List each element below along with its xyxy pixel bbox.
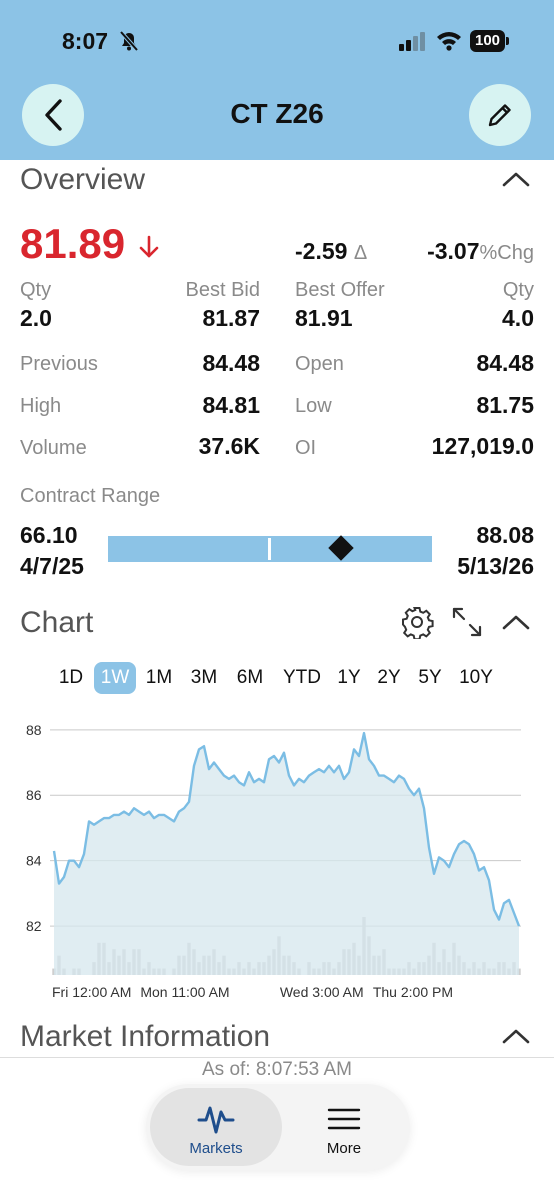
overview-title: Overview	[20, 163, 146, 196]
pencil-icon	[488, 104, 511, 127]
timeframe-1y[interactable]: 1Y	[332, 662, 366, 694]
x-tick-label: Thu 2:00 PM	[373, 984, 453, 1000]
last-price: 81.89	[20, 220, 126, 267]
best-offer-label: Best Offer	[295, 279, 385, 301]
x-tick-label: Fri 12:00 AM	[52, 984, 131, 1000]
best-bid-value: 81.87	[202, 305, 260, 331]
timeframe-2y[interactable]: 2Y	[372, 662, 406, 694]
x-tick-label: Mon 11:00 AM	[140, 984, 229, 1000]
timeframe-5y[interactable]: 5Y	[413, 662, 447, 694]
bell-slash-icon	[119, 30, 139, 52]
as-of-timestamp: As of: 8:07:53 AM	[202, 1059, 352, 1080]
contract-range-label: Contract Range	[20, 485, 161, 507]
chevron-up-icon[interactable]	[501, 1027, 531, 1045]
timeframe-ytd[interactable]: YTD	[278, 662, 326, 694]
net-change-value: -2.59	[295, 238, 348, 264]
tab-markets[interactable]: Markets	[150, 1088, 282, 1166]
chevron-up-icon[interactable]	[501, 613, 531, 631]
pct-change-value: -3.07	[427, 238, 480, 264]
y-tick-label: 88	[26, 722, 42, 738]
pct-change: -3.07%Chg	[427, 238, 534, 265]
hamburger-menu-icon	[327, 1108, 361, 1130]
cellular-signal-icon	[399, 32, 425, 51]
tab-bar: Markets More	[146, 1084, 410, 1170]
chevron-up-icon[interactable]	[501, 170, 531, 188]
oi-label: OI	[295, 437, 317, 459]
gear-icon[interactable]	[400, 605, 434, 639]
open-value: 84.48	[476, 350, 534, 376]
volume-value: 37.6K	[198, 433, 260, 459]
qty-bid-label: Qty	[20, 279, 52, 301]
x-tick-label: Wed 3:00 AM	[280, 984, 364, 1000]
tab-more[interactable]: More	[278, 1088, 410, 1166]
timeframe-3m[interactable]: 3M	[184, 662, 224, 694]
low-label: Low	[295, 395, 332, 417]
chart-title: Chart	[20, 606, 94, 639]
arrow-down-icon	[139, 235, 159, 258]
timeframe-10y[interactable]: 10Y	[454, 662, 498, 694]
volume-label: Volume	[20, 437, 87, 459]
activity-pulse-icon	[197, 1106, 235, 1134]
previous-value: 84.48	[202, 350, 260, 376]
edit-button[interactable]	[469, 84, 531, 146]
net-change-unit: Δ	[353, 242, 368, 264]
timeframe-1m[interactable]: 1M	[140, 662, 178, 694]
range-marker-tick	[268, 538, 271, 560]
tab-markets-label: Markets	[189, 1140, 243, 1157]
qty-offer-label: Qty	[502, 279, 534, 301]
range-low-value: 66.10	[20, 522, 78, 548]
status-bar: 8:07 100	[0, 0, 554, 80]
high-label: High	[20, 395, 62, 417]
battery-level: 100	[470, 30, 505, 52]
battery-icon: 100	[470, 30, 510, 52]
oi-value: 127,019.0	[431, 433, 534, 459]
wifi-icon	[437, 32, 461, 51]
timeframe-1w[interactable]: 1W	[94, 662, 136, 694]
header-bar: 8:07 100 CT Z26	[0, 0, 554, 160]
app-screen: 8:07 100 CT Z26 Overview 81.89 -2.59 Δ -…	[0, 0, 554, 1200]
divider	[0, 1057, 554, 1058]
previous-label: Previous	[20, 353, 98, 375]
y-tick-label: 82	[26, 918, 42, 934]
price-chart[interactable]: 88 86 84 82 Fri 12:00 AM Mon 11:00 AM Wed 3:00…	[0, 706, 554, 1006]
qty-offer-value: 4.0	[502, 305, 534, 331]
high-value: 84.81	[202, 392, 260, 418]
tab-more-label: More	[326, 1140, 362, 1157]
best-offer-value: 81.91	[295, 305, 353, 331]
battery-tip	[506, 37, 509, 45]
market-info-title: Market Information	[20, 1020, 271, 1053]
net-change: -2.59 Δ	[295, 238, 367, 265]
y-tick-label: 86	[26, 787, 42, 803]
pct-change-unit: %Chg	[479, 242, 534, 264]
expand-icon[interactable]	[450, 605, 484, 639]
best-bid-label: Best Bid	[185, 279, 260, 301]
timeframe-6m[interactable]: 6M	[230, 662, 270, 694]
y-tick-label: 84	[26, 853, 42, 869]
timeframe-1d[interactable]: 1D	[52, 662, 90, 694]
range-high-value: 88.08	[476, 522, 534, 548]
low-value: 81.75	[476, 392, 534, 418]
range-low-date: 4/7/25	[20, 553, 84, 579]
status-time: 8:07	[62, 28, 109, 54]
open-label: Open	[295, 353, 344, 375]
qty-bid-value: 2.0	[20, 305, 52, 331]
range-high-date: 5/13/26	[457, 553, 534, 579]
